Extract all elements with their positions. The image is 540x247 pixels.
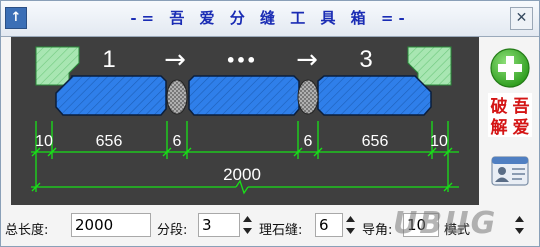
- watermark: UBUG: [393, 206, 498, 241]
- stone-gap-label: 理石缝:: [259, 223, 303, 238]
- diagram-svg: 1 → ••• → 3 10 656 6 6 656 10 2000: [31, 45, 459, 195]
- add-button[interactable]: [489, 47, 531, 89]
- top-label-ellipsis: •••: [226, 51, 257, 70]
- crack-seal-icon: 破 吾 解 爱: [488, 93, 532, 138]
- close-button[interactable]: ✕: [510, 7, 533, 30]
- chamfer-stepper[interactable]: [514, 213, 525, 237]
- dim-label-end-left: 10: [35, 133, 53, 150]
- crack-char-2: 吾: [513, 97, 530, 117]
- slab-middle: [188, 75, 300, 116]
- chamfer-down-icon[interactable]: [514, 225, 525, 237]
- segments-stepper[interactable]: [242, 213, 253, 237]
- stone-gap-up-icon[interactable]: [345, 213, 356, 225]
- slab-right: [317, 75, 432, 116]
- chamfer-label: 导角:: [362, 223, 393, 238]
- plus-icon: [490, 48, 530, 88]
- segments-input[interactable]: 3: [198, 213, 240, 237]
- crack-char-4: 爱: [513, 117, 530, 137]
- crack-button[interactable]: 破 吾 解 爱: [488, 93, 532, 138]
- dim-label-slab-right: 656: [362, 133, 389, 150]
- top-label-first: 1: [102, 46, 115, 73]
- top-label-arrow-1: →: [164, 45, 186, 75]
- total-length-label: 总长度:: [5, 223, 49, 238]
- joint-left: [166, 79, 188, 115]
- crack-char-1: 破: [491, 96, 508, 117]
- window-title: -= 吾 爱 分 缝 工 具 箱 =-: [130, 9, 410, 27]
- joint-right: [297, 79, 319, 115]
- app-window: ↑ -= 吾 爱 分 缝 工 具 箱 =- ✕ 1 → ••• → 3 10 6…: [0, 0, 540, 247]
- contact-card-icon: [491, 156, 529, 186]
- dim-label-gap-left: 6: [173, 133, 182, 150]
- contact-card-button[interactable]: [489, 151, 531, 191]
- dim-label-end-right: 10: [430, 133, 448, 150]
- chamfer-up-icon[interactable]: [514, 213, 525, 225]
- top-label-last: 3: [359, 46, 372, 73]
- total-length-input[interactable]: 2000: [71, 213, 151, 237]
- top-label-arrow-2: →: [296, 45, 318, 75]
- slab-left: [55, 75, 167, 116]
- stone-gap-stepper[interactable]: [345, 213, 356, 237]
- title-bar: ↑ -= 吾 爱 分 缝 工 具 箱 =- ✕: [1, 1, 539, 37]
- dim-label-total: 2000: [223, 165, 261, 184]
- crack-char-3: 解: [491, 117, 508, 137]
- dim-label-gap-right: 6: [304, 133, 313, 150]
- segments-label: 分段:: [157, 223, 188, 238]
- close-icon: ✕: [515, 10, 528, 26]
- stone-gap-input[interactable]: 6: [315, 213, 343, 237]
- segments-down-icon[interactable]: [242, 225, 253, 237]
- seam-diagram: 1 → ••• → 3 10 656 6 6 656 10 2000: [11, 37, 479, 205]
- parameter-bar: 总长度: 2000 分段: 3 理石缝: 6 导角: 10 模式 UBUG: [1, 206, 539, 246]
- segments-up-icon[interactable]: [242, 213, 253, 225]
- stone-gap-down-icon[interactable]: [345, 225, 356, 237]
- dim-label-slab-left: 656: [96, 133, 123, 150]
